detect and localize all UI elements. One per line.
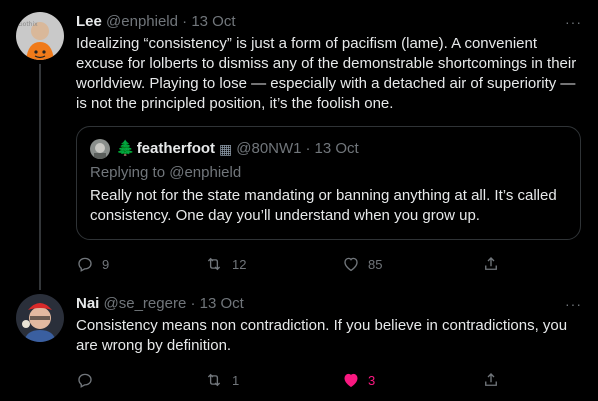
more-icon[interactable]: ···	[565, 15, 582, 29]
handle[interactable]: @se_regere	[104, 295, 187, 312]
quoted-header: 🌲 featherfoot ▦ @80NW1 · 13 Oct	[90, 139, 359, 159]
tweet-text: Idealizing “consistency” is just a form …	[76, 35, 577, 112]
tweet-text: Consistency means non contradiction. If …	[76, 317, 568, 354]
avatar-caption: Gothix	[18, 21, 38, 28]
tweet-lee[interactable]: Gothix Lee @enphield · 13 Oct ··· Ideali…	[0, 0, 598, 290]
display-name[interactable]: Lee	[76, 13, 102, 30]
replying-to-handle[interactable]: @enphield	[169, 164, 241, 181]
share-button[interactable]	[482, 254, 500, 274]
heart-icon	[344, 373, 358, 387]
thread-line	[39, 64, 41, 290]
replying-to: Replying to @enphield	[90, 163, 241, 183]
replying-to-prefix: Replying to	[90, 164, 170, 181]
separator-dot: ·	[182, 13, 188, 30]
like-count: 85	[368, 256, 383, 272]
separator-dot: ·	[190, 295, 196, 312]
handle[interactable]: @enphield	[106, 13, 178, 30]
avatar-nai[interactable]	[16, 294, 64, 342]
retweet-count: 12	[232, 256, 247, 272]
reply-icon	[78, 373, 92, 388]
share-icon	[485, 373, 497, 386]
tweet-header: Nai @se_regere · 13 Oct	[76, 294, 244, 314]
tweet-date[interactable]: 13 Oct	[200, 295, 244, 312]
retweet-icon	[207, 373, 221, 387]
retweet-icon	[207, 257, 221, 271]
share-button[interactable]	[482, 370, 500, 390]
tweet-actions: 1 3	[76, 370, 506, 390]
tree-emoji: 🌲	[116, 140, 135, 157]
retweet-button[interactable]: 1	[204, 370, 239, 390]
quoted-handle[interactable]: @80NW1	[236, 139, 301, 159]
share-icon	[485, 257, 497, 270]
more-icon[interactable]: ···	[565, 297, 582, 311]
tweet-date[interactable]: 13 Oct	[191, 13, 235, 30]
quoted-tweet[interactable]: 🌲 featherfoot ▦ @80NW1 · 13 Oct Replying…	[76, 126, 581, 240]
display-name[interactable]: Nai	[76, 295, 99, 312]
reply-icon	[78, 257, 92, 272]
retweet-button[interactable]: 12	[204, 254, 246, 274]
tweet-nai[interactable]: Nai @se_regere · 13 Oct ··· Consistency …	[0, 290, 598, 401]
quoted-date[interactable]: 13 Oct	[315, 139, 359, 159]
like-button[interactable]: 3	[342, 370, 375, 390]
reply-count: 9	[102, 256, 110, 272]
tweet-actions: 9 12 85	[76, 254, 506, 274]
quoted-avatar[interactable]	[90, 139, 110, 159]
retweet-count: 1	[232, 372, 240, 388]
badge-icon: ▦	[219, 141, 233, 157]
tweet-header: Lee @enphield · 13 Oct	[76, 12, 236, 32]
like-button[interactable]: 85	[342, 254, 382, 274]
quoted-display-name[interactable]: featherfoot	[137, 139, 215, 159]
avatar-lee[interactable]: Gothix	[16, 12, 64, 60]
reply-button[interactable]	[76, 370, 102, 390]
quoted-separator-dot: ·	[305, 140, 311, 157]
heart-icon	[344, 257, 358, 272]
like-count: 3	[368, 372, 376, 388]
reply-button[interactable]: 9	[76, 254, 109, 274]
quoted-text: Really not for the state mandating or ba…	[90, 187, 557, 224]
